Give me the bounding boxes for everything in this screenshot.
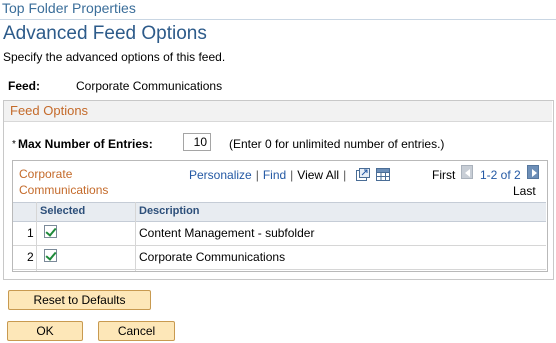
grid-column-header xyxy=(13,202,546,222)
download-grid-icon[interactable] xyxy=(376,168,391,184)
selected-checkbox[interactable] xyxy=(44,225,57,238)
column-divider xyxy=(135,202,136,271)
feed-options-title: Feed Options xyxy=(10,103,89,118)
view-all-link[interactable]: View All xyxy=(297,168,339,182)
grid-title: Corporate Communications xyxy=(19,167,109,197)
max-entries-label: Max Number of Entries: xyxy=(18,137,153,151)
page-title: Advanced Feed Options xyxy=(3,23,207,44)
previous-arrow-icon[interactable] xyxy=(461,165,473,179)
max-entries-input[interactable] xyxy=(183,133,211,151)
row-number: 2 xyxy=(27,250,34,264)
first-label: First xyxy=(432,168,456,182)
title-divider xyxy=(0,19,556,20)
row-description: Content Management - subfolder xyxy=(139,226,315,240)
row-number: 1 xyxy=(27,226,34,240)
last-label: Last xyxy=(513,184,536,198)
separator: | xyxy=(290,168,294,183)
separator: | xyxy=(255,168,259,183)
table-row: 2 Corporate Communications xyxy=(13,246,546,270)
column-selected[interactable]: Selected xyxy=(40,205,85,217)
ok-button[interactable]: OK xyxy=(7,321,83,341)
window-title: Top Folder Properties xyxy=(2,0,136,16)
reset-to-defaults-button[interactable]: Reset to Defaults xyxy=(8,290,151,310)
separator: | xyxy=(343,168,347,183)
column-divider xyxy=(36,202,37,271)
required-marker: * xyxy=(12,139,16,150)
personalize-link[interactable]: Personalize xyxy=(189,168,252,182)
max-entries-hint: (Enter 0 for unlimited number of entries… xyxy=(229,137,445,151)
feed-label: Feed: xyxy=(8,79,41,93)
page-description: Specify the advanced options of this fee… xyxy=(3,50,226,64)
find-link[interactable]: Find xyxy=(263,168,286,182)
grid-toolbar: Personalize | Find | View All | xyxy=(189,168,391,184)
column-description[interactable]: Description xyxy=(139,205,200,217)
selected-checkbox[interactable] xyxy=(44,249,57,262)
next-arrow-icon[interactable] xyxy=(527,165,539,179)
feed-value: Corporate Communications xyxy=(76,79,223,93)
zoom-icon[interactable] xyxy=(356,168,371,184)
row-range: 1-2 of 2 xyxy=(480,168,521,182)
table-row: 1 Content Management - subfolder xyxy=(13,222,546,246)
cancel-button[interactable]: Cancel xyxy=(98,321,175,341)
row-description: Corporate Communications xyxy=(139,250,286,264)
